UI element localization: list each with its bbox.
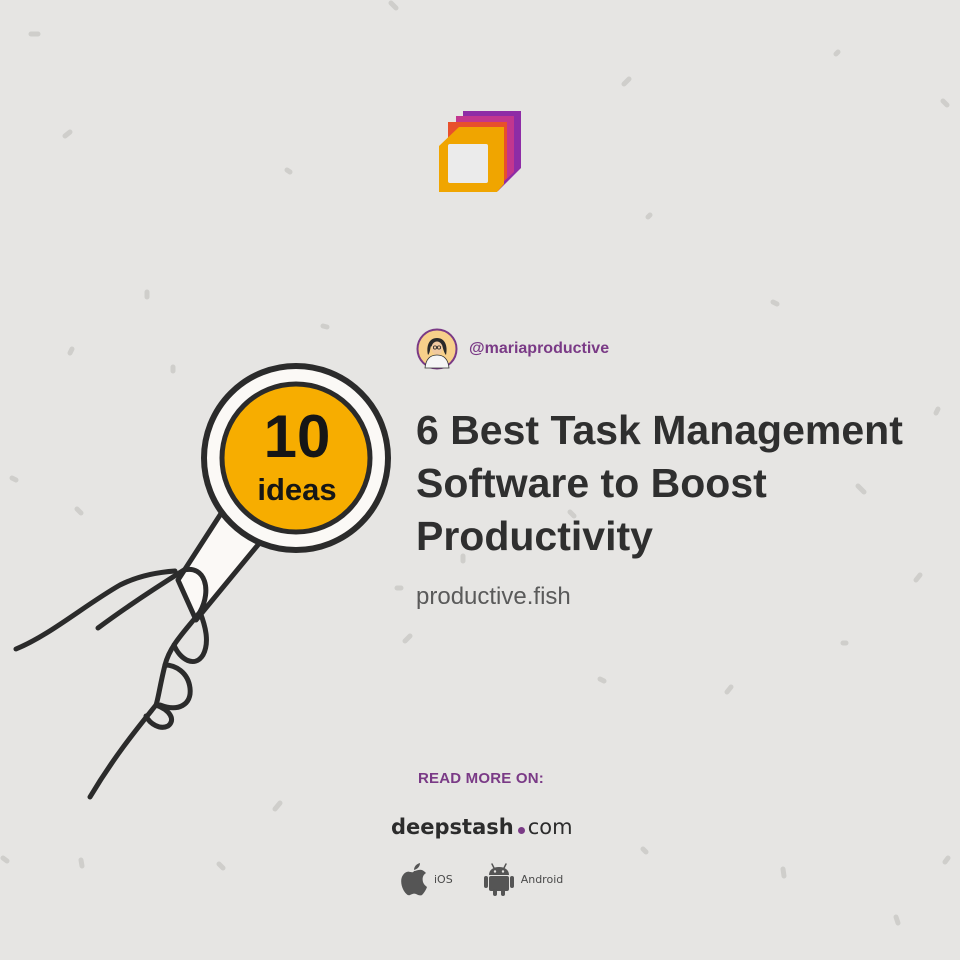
author-avatar[interactable]	[416, 328, 458, 370]
ios-store-link[interactable]: iOS	[400, 862, 453, 896]
deepstash-brand[interactable]: deepstash com	[391, 815, 573, 839]
apple-icon	[401, 863, 427, 896]
android-store-link[interactable]: Android	[483, 862, 564, 896]
android-label: Android	[520, 872, 564, 886]
ideas-count: 10	[263, 403, 331, 470]
app-logo	[439, 111, 521, 192]
store-links: iOS Android	[400, 862, 563, 896]
brand-name: deepstash	[391, 815, 514, 839]
author-row[interactable]: @mariaproductive	[416, 328, 609, 370]
ideas-label: ideas	[257, 472, 337, 507]
article-title[interactable]: 6 Best Task Management Software to Boost…	[416, 404, 936, 563]
brand-dot-icon	[517, 827, 525, 834]
ios-label: iOS	[434, 872, 453, 886]
brand-tld: com	[527, 815, 573, 839]
android-icon	[483, 863, 514, 896]
author-handle[interactable]: @mariaproductive	[469, 340, 609, 358]
read-more-label: READ MORE ON:	[418, 770, 544, 787]
article-source[interactable]: productive.fish	[416, 582, 571, 612]
